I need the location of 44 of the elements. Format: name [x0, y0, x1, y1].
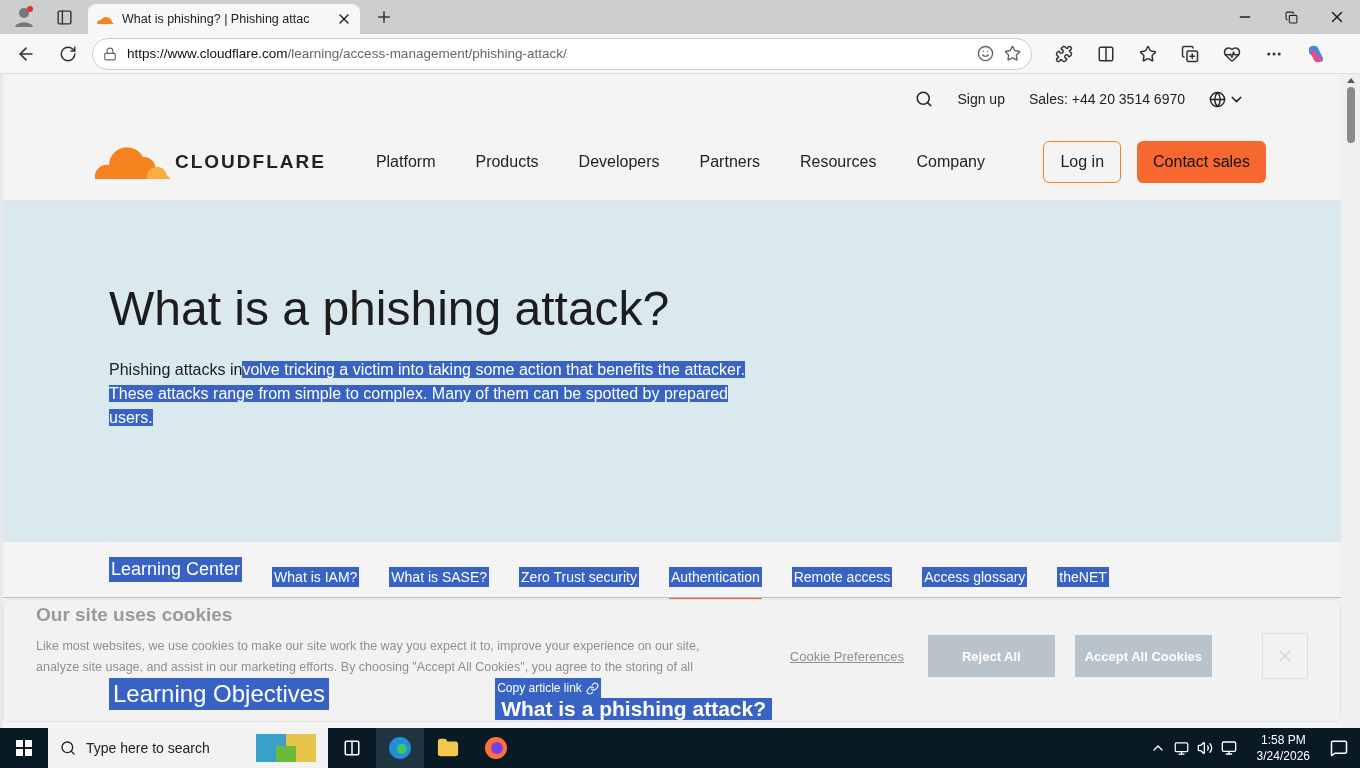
- volume-icon[interactable]: [1196, 740, 1213, 756]
- subnav-tab[interactable]: Authentication: [668, 552, 762, 599]
- page-title: What is a phishing attack?: [109, 281, 671, 336]
- nav-link[interactable]: Developers: [578, 153, 660, 171]
- nav-link[interactable]: Platform: [375, 153, 436, 171]
- cloud-icon: [96, 14, 114, 24]
- scroll-thumb[interactable]: [1346, 87, 1355, 143]
- browser-tab[interactable]: What is phishing? | Phishing attac: [88, 4, 360, 34]
- scrollbar[interactable]: [1341, 74, 1360, 728]
- subnav-tab[interactable]: theNET: [1057, 552, 1109, 599]
- section-heading: Learning Objectives: [109, 678, 330, 710]
- contact-sales-button[interactable]: Contact sales: [1137, 141, 1266, 183]
- subnav-tab[interactable]: What is SASE?: [389, 552, 490, 599]
- logo-wordmark: CLOUDFLARE: [175, 151, 326, 173]
- sign-up-link[interactable]: Sign up: [957, 91, 1005, 107]
- article-heading: What is a phishing attack?: [495, 698, 772, 720]
- subnav-tab[interactable]: Zero Trust security: [519, 552, 639, 599]
- search-icon[interactable]: [915, 90, 934, 108]
- taskbar-search[interactable]: Type here to search: [48, 728, 328, 768]
- nav-link[interactable]: Company: [916, 153, 985, 171]
- subnav-tab[interactable]: Access glossary: [922, 552, 1028, 599]
- link-icon: [585, 681, 599, 695]
- subnav-tab[interactable]: What is IAM?: [272, 552, 360, 599]
- copy-link[interactable]: Copy article link: [495, 678, 601, 698]
- network-icon[interactable]: [1220, 740, 1237, 756]
- scroll-up-icon[interactable]: [1346, 78, 1355, 83]
- address-bar[interactable]: https://www.cloudflare.com/learning/access-management/phishing-attack/: [92, 37, 1032, 70]
- search-icon: [60, 740, 76, 756]
- notifications-icon[interactable]: [1330, 739, 1348, 757]
- subnav-tab[interactable]: Remote access: [791, 552, 893, 599]
- nav-link[interactable]: Partners: [699, 153, 760, 171]
- clock-time: 1:58 PM: [1260, 732, 1306, 748]
- nav-link[interactable]: Products: [475, 153, 539, 171]
- nav-link[interactable]: Resources: [800, 153, 877, 171]
- cookie-title: Our site uses cookies: [36, 604, 234, 626]
- cookie-text: Like most websites, we use cookies to make our site work the way you expect it to, improve your experience on our site, analyze site usage, and assist in our marketing efforts. By choosing "Accept All Cookies", you agree to the storing of all: [36, 638, 701, 676]
- sales-phone: Sales: +44 20 3514 6970: [1028, 91, 1185, 107]
- globe-icon[interactable]: [1209, 90, 1226, 108]
- search-placeholder: Type here to search: [86, 740, 211, 756]
- cloud-logo-icon: [95, 145, 171, 179]
- login-button[interactable]: Log in: [1043, 141, 1122, 183]
- learning-center-link[interactable]: Learning Center: [109, 557, 243, 582]
- clock-date: 3/24/2026: [1256, 748, 1310, 764]
- tab-title: What is phishing? | Phishing attac: [122, 12, 311, 26]
